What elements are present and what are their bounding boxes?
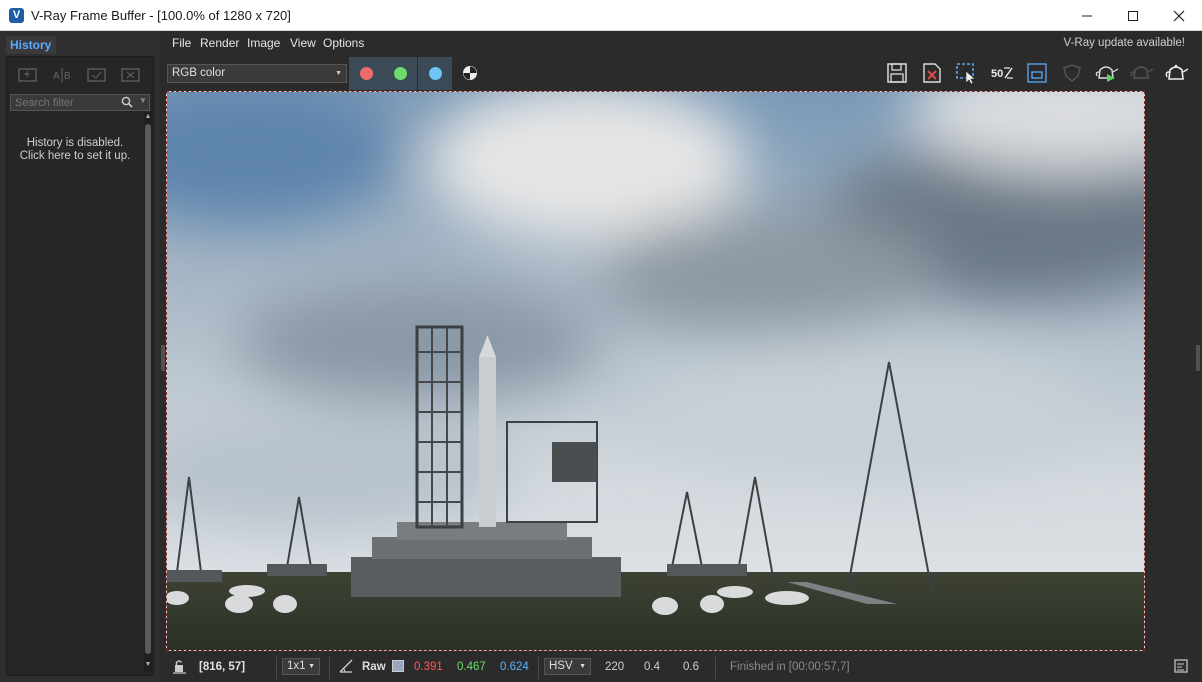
chevron-down-icon: ▼ <box>335 70 342 77</box>
shield-teapot-icon <box>1063 64 1081 82</box>
history-panel: History AB ▼ History is disabled. Click … <box>0 31 160 682</box>
saturation-value: 0.4 <box>644 661 660 673</box>
search-input[interactable] <box>15 96 115 110</box>
menu-bar: File Render Image View Options V-Ray upd… <box>166 31 1202 55</box>
status-bar: [816, 57] 1x1 ▼ Raw 0.391 0.467 0.624 HS… <box>166 653 1202 682</box>
ab-compare-icon: AB <box>53 68 71 82</box>
raw-label[interactable]: Raw <box>362 661 386 673</box>
sampled-color-swatch <box>392 660 404 672</box>
region-render-button[interactable] <box>954 62 980 84</box>
vray-logo-icon: V <box>9 8 24 23</box>
render-region-percent-button[interactable]: 50 <box>989 62 1015 84</box>
close-icon <box>1173 10 1185 21</box>
blue-channel-toggle[interactable] <box>418 57 452 90</box>
teapot-play-icon <box>1095 66 1119 82</box>
monochrome-toggle[interactable] <box>457 62 483 84</box>
history-ab-compare-button[interactable]: AB <box>51 65 73 85</box>
close-button[interactable] <box>1156 0 1202 31</box>
monochrome-icon <box>463 66 477 80</box>
clear-image-icon <box>923 63 941 83</box>
frame-icon <box>1027 63 1047 83</box>
chevron-down-icon: ▼ <box>579 663 586 670</box>
hue-value: 220 <box>605 661 625 673</box>
render-image[interactable] <box>166 91 1145 651</box>
channel-dropdown[interactable]: RGB color ▼ <box>167 64 347 83</box>
save-icon <box>887 63 907 83</box>
scroll-down-icon[interactable]: ▼ <box>144 660 152 670</box>
right-panel-resize-grip[interactable] <box>1196 345 1200 371</box>
green-channel-toggle[interactable] <box>383 57 417 90</box>
search-options-arrow-icon[interactable]: ▼ <box>139 96 147 105</box>
history-load-button[interactable] <box>86 65 108 85</box>
history-scrollbar[interactable]: ▲ ▼ <box>144 112 152 672</box>
value-value: 0.6 <box>683 661 699 673</box>
history-delete-button[interactable] <box>120 65 142 85</box>
svg-text:B: B <box>64 71 71 82</box>
history-save-button[interactable] <box>17 65 39 85</box>
blue-channel-icon <box>428 67 442 80</box>
menu-view[interactable]: View <box>290 36 316 50</box>
log-panel-icon[interactable] <box>1174 659 1188 676</box>
red-value: 0.391 <box>414 661 443 673</box>
menu-image[interactable]: Image <box>247 36 280 50</box>
svg-text:A: A <box>53 71 60 82</box>
menu-options[interactable]: Options <box>323 36 364 50</box>
history-disabled-message[interactable]: History is disabled. Click here to set i… <box>11 137 139 163</box>
region-select-icon <box>956 63 976 84</box>
search-icon[interactable] <box>121 96 133 111</box>
stop-render-button[interactable] <box>1129 62 1155 84</box>
render-button[interactable] <box>1164 62 1190 84</box>
right-panel <box>1146 91 1202 651</box>
red-channel-toggle[interactable] <box>349 57 383 90</box>
history-disabled-line1: History is disabled. <box>26 137 124 149</box>
history-save-icon <box>18 68 37 82</box>
teapot-icon <box>1165 64 1189 80</box>
maximize-icon <box>1128 10 1138 21</box>
window-title: V-Ray Frame Buffer - [100.0% of 1280 x 7… <box>31 8 291 23</box>
fifty-percent-icon: 50 <box>991 67 1013 80</box>
history-search: ▼ <box>10 94 150 111</box>
lens-effects-button[interactable] <box>1059 62 1085 84</box>
history-body: AB ▼ History is disabled. Click here to … <box>6 56 154 676</box>
blue-value: 0.624 <box>500 661 529 673</box>
scroll-thumb[interactable] <box>145 124 151 654</box>
history-tab[interactable]: History <box>6 36 56 54</box>
green-value: 0.467 <box>457 661 486 673</box>
history-disabled-line2: Click here to set it up. <box>19 150 131 162</box>
panel-resize-grip[interactable] <box>161 345 165 371</box>
menu-render[interactable]: Render <box>200 36 239 50</box>
green-channel-icon <box>393 67 407 80</box>
clear-image-button[interactable] <box>919 62 945 84</box>
channel-value: RGB color <box>172 67 226 79</box>
scroll-up-icon[interactable]: ▲ <box>144 112 152 122</box>
title-bar: V V-Ray Frame Buffer - [100.0% of 1280 x… <box>0 0 1202 31</box>
chevron-down-icon: ▼ <box>308 663 315 670</box>
color-picker-icon[interactable] <box>338 658 354 677</box>
minimize-button[interactable] <box>1064 0 1110 31</box>
track-mouse-button[interactable] <box>1024 62 1050 84</box>
history-delete-icon <box>121 68 140 82</box>
save-image-button[interactable] <box>884 62 910 84</box>
svg-text:50: 50 <box>991 68 1003 80</box>
lock-coords-icon[interactable] <box>172 659 188 678</box>
interactive-render-button[interactable] <box>1094 62 1120 84</box>
color-space-value: HSV <box>549 660 573 672</box>
pixel-coords: [816, 57] <box>199 661 246 673</box>
red-channel-icon <box>359 67 373 80</box>
render-finished-status: Finished in [00:00:57,7] <box>730 661 850 673</box>
minimize-icon <box>1082 15 1092 16</box>
teapot-stop-icon <box>1130 66 1154 79</box>
update-available-link[interactable]: V-Ray update available! <box>1064 37 1185 49</box>
maximize-button[interactable] <box>1110 0 1156 31</box>
history-load-icon <box>87 68 106 82</box>
menu-file[interactable]: File <box>172 36 191 50</box>
color-space-dropdown[interactable]: HSV ▼ <box>544 658 591 675</box>
rocket-launchpad-render <box>167 92 1144 650</box>
sample-size-value: 1x1 <box>287 660 306 672</box>
toolbar: RGB color ▼ 50 <box>166 56 1202 90</box>
sample-size-dropdown[interactable]: 1x1 ▼ <box>282 658 320 675</box>
